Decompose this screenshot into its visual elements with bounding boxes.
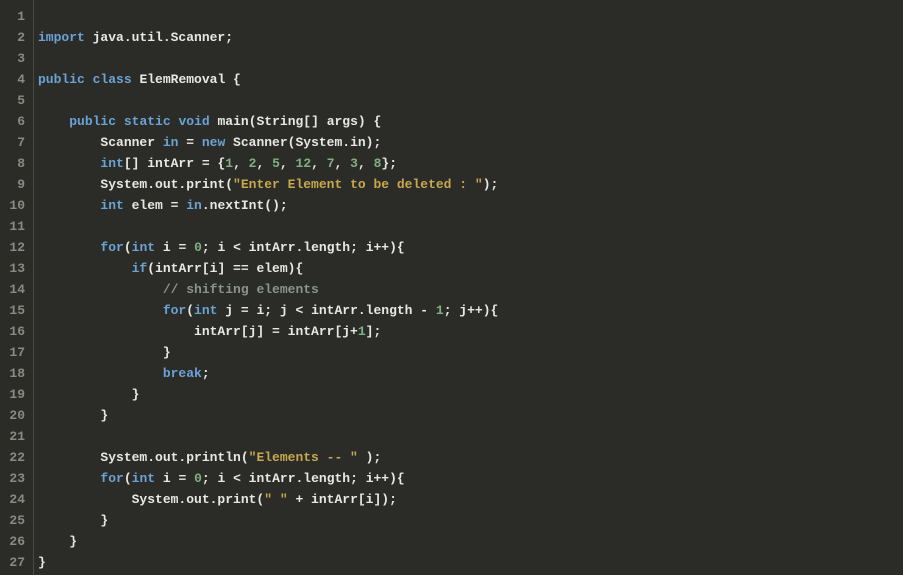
code-line: int elem = in.nextInt(); xyxy=(38,195,498,216)
line-number: 7 xyxy=(4,132,25,153)
code-line: } xyxy=(38,552,498,573)
line-number: 21 xyxy=(4,426,25,447)
code-line: break; xyxy=(38,363,498,384)
line-number: 6 xyxy=(4,111,25,132)
line-number: 25 xyxy=(4,510,25,531)
line-number: 12 xyxy=(4,237,25,258)
code-line: import java.util.Scanner; xyxy=(38,27,498,48)
code-line: } xyxy=(38,384,498,405)
code-line xyxy=(38,216,498,237)
line-number: 19 xyxy=(4,384,25,405)
code-line: intArr[j] = intArr[j+1]; xyxy=(38,321,498,342)
code-line: public class ElemRemoval { xyxy=(38,69,498,90)
line-number: 27 xyxy=(4,552,25,573)
code-editor: 1234567891011121314151617181920212223242… xyxy=(0,0,903,575)
code-line: System.out.print("Enter Element to be de… xyxy=(38,174,498,195)
line-number: 11 xyxy=(4,216,25,237)
line-number: 22 xyxy=(4,447,25,468)
code-line: Scanner in = new Scanner(System.in); xyxy=(38,132,498,153)
code-area[interactable]: import java.util.Scanner; public class El… xyxy=(34,0,498,575)
code-line: } xyxy=(38,342,498,363)
code-line xyxy=(38,48,498,69)
line-number: 15 xyxy=(4,300,25,321)
line-number: 26 xyxy=(4,531,25,552)
code-line: int[] intArr = {1, 2, 5, 12, 7, 3, 8}; xyxy=(38,153,498,174)
line-number: 17 xyxy=(4,342,25,363)
code-line: if(intArr[i] == elem){ xyxy=(38,258,498,279)
code-line: for(int i = 0; i < intArr.length; i++){ xyxy=(38,237,498,258)
code-line: // shifting elements xyxy=(38,279,498,300)
line-number: 3 xyxy=(4,48,25,69)
code-line: for(int i = 0; i < intArr.length; i++){ xyxy=(38,468,498,489)
code-line: } xyxy=(38,510,498,531)
line-number: 10 xyxy=(4,195,25,216)
line-number: 2 xyxy=(4,27,25,48)
line-number: 4 xyxy=(4,69,25,90)
code-line xyxy=(38,6,498,27)
line-number: 18 xyxy=(4,363,25,384)
line-number: 9 xyxy=(4,174,25,195)
code-line: public static void main(String[] args) { xyxy=(38,111,498,132)
code-line: System.out.println("Elements -- " ); xyxy=(38,447,498,468)
line-number: 24 xyxy=(4,489,25,510)
line-number-gutter: 1234567891011121314151617181920212223242… xyxy=(0,0,34,575)
code-line: for(int j = i; j < intArr.length - 1; j+… xyxy=(38,300,498,321)
line-number: 1 xyxy=(4,6,25,27)
line-number: 8 xyxy=(4,153,25,174)
code-line: } xyxy=(38,531,498,552)
code-line xyxy=(38,90,498,111)
line-number: 23 xyxy=(4,468,25,489)
line-number: 5 xyxy=(4,90,25,111)
code-line: System.out.print(" " + intArr[i]); xyxy=(38,489,498,510)
code-line xyxy=(38,426,498,447)
line-number: 14 xyxy=(4,279,25,300)
line-number: 20 xyxy=(4,405,25,426)
code-line: } xyxy=(38,405,498,426)
line-number: 13 xyxy=(4,258,25,279)
line-number: 16 xyxy=(4,321,25,342)
